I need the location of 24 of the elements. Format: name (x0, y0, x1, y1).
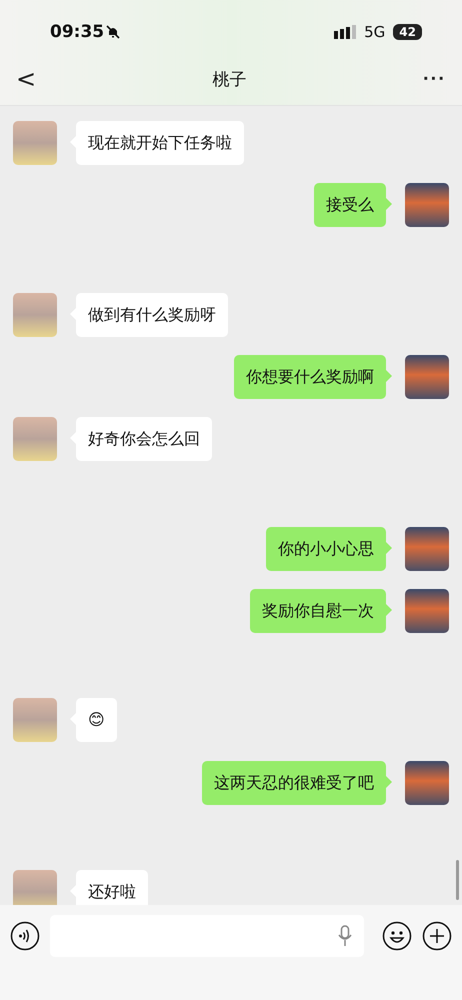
avatar-photo-placeholder[interactable] (13, 698, 57, 742)
message-input-field[interactable] (50, 915, 364, 957)
microphone-icon[interactable] (338, 925, 352, 947)
avatar-photo-placeholder[interactable] (405, 183, 449, 227)
signal-icon (334, 25, 356, 39)
battery-level: 42 (393, 24, 422, 40)
avatar-photo-placeholder[interactable] (13, 417, 57, 461)
avatar-photo-placeholder[interactable] (405, 761, 449, 805)
bell-slash-icon (106, 25, 120, 39)
smiley-icon[interactable] (382, 921, 412, 951)
voice-icon[interactable] (10, 921, 40, 951)
avatar-photo-placeholder[interactable] (405, 527, 449, 571)
plus-icon[interactable] (422, 921, 452, 951)
avatar-photo-placeholder[interactable] (13, 121, 57, 165)
more-button[interactable]: ··· (423, 68, 446, 90)
clock-time: 09:35 (50, 22, 104, 42)
chat-title: 桃子 (212, 68, 247, 90)
avatar-photo-placeholder[interactable] (13, 293, 57, 337)
scrollbar (456, 860, 459, 900)
back-button[interactable]: < (16, 65, 36, 93)
avatar-photo-placeholder[interactable] (13, 870, 57, 905)
network-label: 5G (364, 23, 386, 41)
avatar-photo-placeholder[interactable] (405, 589, 449, 633)
avatar-photo-placeholder[interactable] (405, 355, 449, 399)
